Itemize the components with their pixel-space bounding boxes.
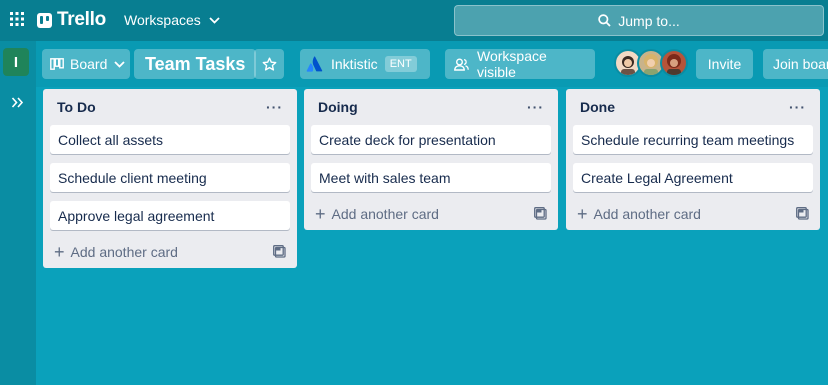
- board-header: Board Team Tasks Inktistic ENT Workspace: [36, 41, 828, 87]
- list-title[interactable]: Done: [580, 99, 615, 115]
- join-board-button[interactable]: Join board: [763, 49, 828, 79]
- workspace-sidebar: I: [0, 41, 36, 385]
- card[interactable]: Schedule recurring team meetings: [573, 125, 813, 154]
- trello-logo[interactable]: Trello: [37, 9, 106, 31]
- workspaces-label: Workspaces: [124, 12, 201, 28]
- atlassian-logo-icon: [306, 55, 324, 73]
- card[interactable]: Collect all assets: [50, 125, 290, 154]
- card[interactable]: Schedule client meeting: [50, 163, 290, 192]
- board-members: [614, 49, 688, 79]
- search-icon: [598, 14, 611, 27]
- list-header: Doing ···: [304, 89, 558, 125]
- card-template-icon[interactable]: [796, 207, 809, 220]
- people-icon: [454, 58, 469, 71]
- trello-wordmark: Trello: [57, 9, 106, 30]
- list-menu-icon[interactable]: ···: [527, 99, 544, 115]
- card-template-icon[interactable]: [273, 245, 286, 258]
- card[interactable]: Create deck for presentation: [311, 125, 551, 154]
- list-footer: + Add another card: [43, 235, 297, 268]
- double-chevron-right-icon: [11, 96, 23, 108]
- star-icon: [262, 57, 276, 71]
- visibility-button[interactable]: Workspace visible: [445, 48, 595, 80]
- card-template-icon[interactable]: [534, 207, 547, 220]
- list-title[interactable]: Doing: [318, 99, 358, 115]
- star-board-button[interactable]: [254, 49, 284, 79]
- list-footer: + Add another card: [566, 197, 820, 230]
- member-avatar[interactable]: [660, 49, 688, 77]
- card[interactable]: Create Legal Agreement: [573, 163, 813, 192]
- list-title[interactable]: To Do: [57, 99, 96, 115]
- list-to-do: To Do ··· Collect all assets Schedule cl…: [43, 89, 297, 268]
- grid-icon: [10, 12, 24, 26]
- add-card-button[interactable]: + Add another card: [577, 205, 701, 223]
- plus-icon: +: [577, 203, 588, 224]
- trello-logo-icon: [37, 12, 52, 28]
- board-view-switcher[interactable]: Board: [42, 49, 130, 79]
- list-header: Done ···: [566, 89, 820, 125]
- add-card-label: Add another card: [70, 243, 178, 260]
- chevron-down-icon: [114, 60, 125, 68]
- invite-button[interactable]: Invite: [696, 49, 753, 79]
- list-menu-icon[interactable]: ···: [266, 99, 283, 115]
- search-label: Jump to...: [618, 12, 680, 29]
- list-done: Done ··· Schedule recurring team meeting…: [566, 89, 820, 230]
- list-menu-icon[interactable]: ···: [789, 99, 806, 115]
- list-footer: + Add another card: [304, 197, 558, 230]
- plus-icon: +: [54, 241, 65, 262]
- workspace-button[interactable]: Inktistic ENT: [300, 49, 430, 79]
- enterprise-badge: ENT: [384, 56, 417, 72]
- expand-sidebar-button[interactable]: [8, 93, 26, 111]
- workspace-avatar[interactable]: I: [3, 48, 29, 76]
- list-doing: Doing ··· Create deck for presentation M…: [304, 89, 558, 230]
- add-card-label: Add another card: [593, 205, 701, 222]
- visibility-label: Workspace visible: [477, 48, 547, 80]
- list-header: To Do ···: [43, 89, 297, 125]
- card[interactable]: Meet with sales team: [311, 163, 551, 192]
- workspaces-menu-button[interactable]: Workspaces: [116, 6, 228, 34]
- card[interactable]: Approve legal agreement: [50, 201, 290, 230]
- top-navigation-bar: Trello Workspaces Jump to...: [0, 0, 828, 41]
- add-card-button[interactable]: + Add another card: [315, 205, 439, 223]
- add-card-label: Add another card: [331, 205, 439, 222]
- app-switcher-button[interactable]: [6, 8, 28, 30]
- board-title[interactable]: Team Tasks: [134, 49, 257, 79]
- chevron-down-icon: [209, 16, 220, 24]
- board-view-icon: [50, 58, 64, 70]
- board-view-label: Board: [70, 56, 108, 72]
- workspace-name: Inktistic: [331, 56, 378, 72]
- add-card-button[interactable]: + Add another card: [54, 243, 178, 261]
- plus-icon: +: [315, 203, 326, 224]
- jump-to-search[interactable]: Jump to...: [454, 5, 824, 36]
